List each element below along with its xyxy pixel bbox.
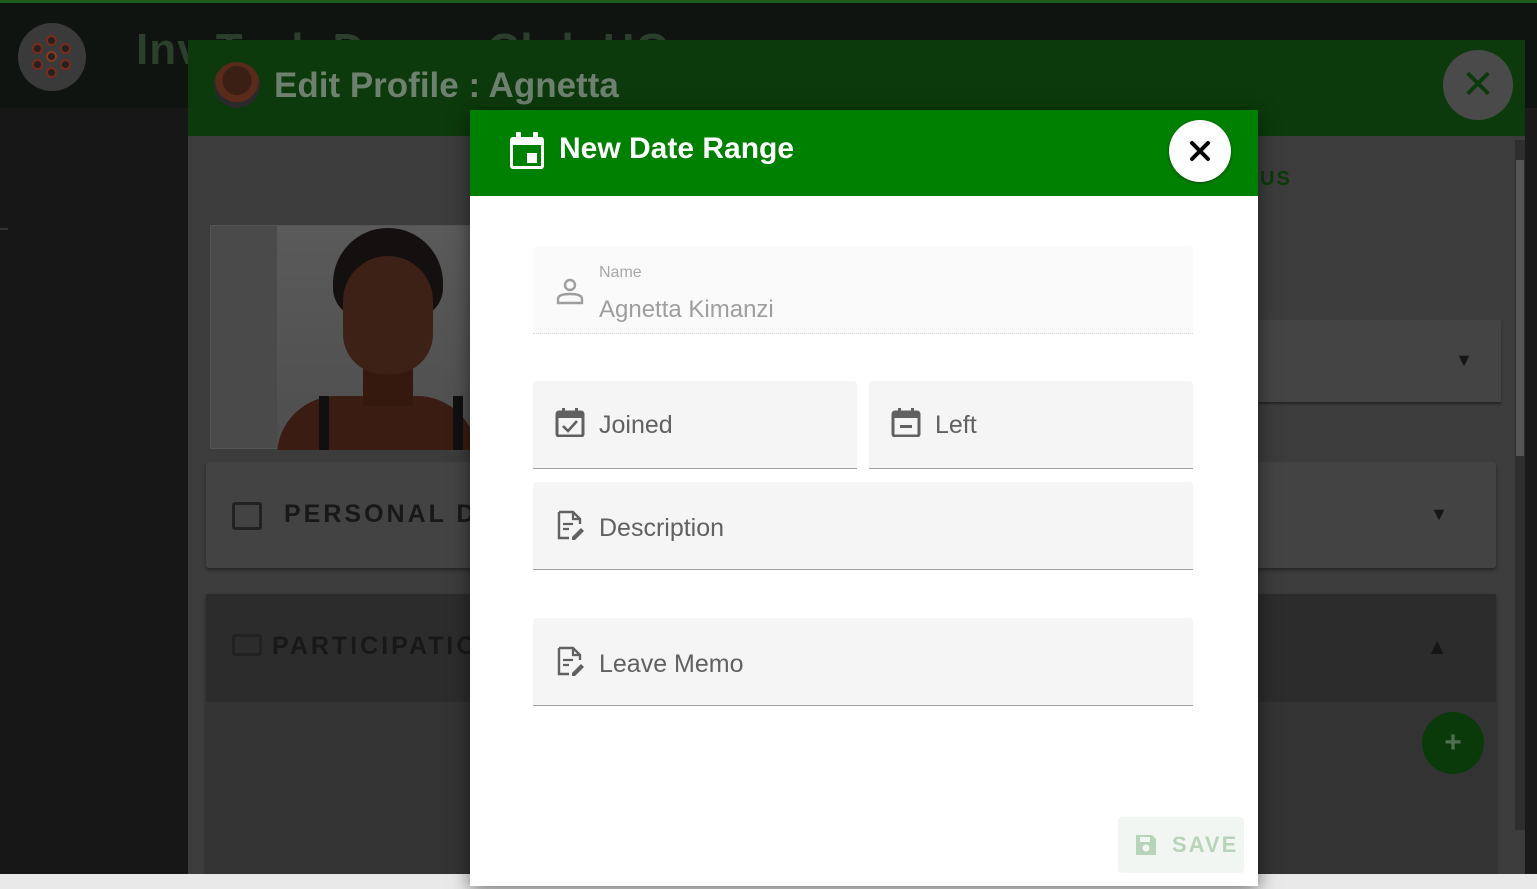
scrollbar[interactable] [1515,140,1525,830]
profile-photo-card [210,225,480,450]
profile-photo[interactable] [277,226,477,450]
file-edit-icon [557,510,584,540]
flower-logo-icon[interactable] [18,23,86,91]
participation-icon [232,634,262,656]
left-sidebar [0,108,188,874]
calendar-check-icon [555,408,585,437]
person-icon [556,278,584,305]
section-label-personal: PERSONAL DE [284,500,498,528]
left-date-field[interactable]: Left [869,381,1193,469]
status-dropdown[interactable]: ▼ [1258,320,1501,402]
left-label: Left [935,411,977,439]
close-icon[interactable]: ✕ [1443,50,1513,120]
name-label: Name [599,264,642,281]
section-label-participation: PARTICIPATIO [272,632,479,660]
new-date-range-modal: New Date Range Name Agnetta Kimanzi Join… [470,110,1258,886]
description-field[interactable]: Description [533,482,1193,570]
save-label: SAVE [1172,832,1239,857]
chevron-up-icon: ▲ [1426,634,1448,659]
contact-card-icon [232,502,262,530]
leave-memo-field[interactable]: Leave Memo [533,618,1193,706]
plus-icon: + [1444,726,1462,759]
modal-header: New Date Range [470,110,1258,196]
chevron-down-icon: ▼ [1430,504,1448,524]
modal-title: New Date Range [559,132,795,165]
joined-label: Joined [599,411,673,439]
joined-date-field[interactable]: Joined [533,381,857,469]
chevron-down-icon: ▼ [1455,350,1473,370]
edit-profile-title: Edit Profile : Agnetta [274,66,619,105]
calendar-icon [510,132,544,169]
close-icon [1190,141,1210,161]
leave-memo-label: Leave Memo [599,650,744,678]
save-button[interactable]: SAVE [1118,817,1244,873]
calendar-minus-icon [891,408,921,437]
status-label: US [1260,168,1292,190]
add-button[interactable]: + [1422,712,1484,774]
name-field[interactable]: Name Agnetta Kimanzi [533,246,1193,334]
description-label: Description [599,514,725,542]
file-edit-icon [557,646,584,676]
save-icon [1136,835,1156,855]
avatar [214,62,260,108]
name-value: Agnetta Kimanzi [599,296,774,323]
close-button[interactable] [1169,120,1231,182]
